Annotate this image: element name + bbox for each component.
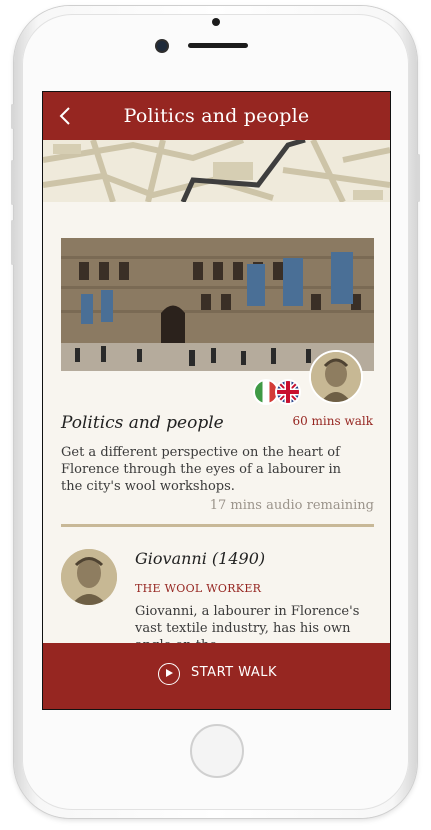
volume-up-button <box>11 160 14 205</box>
play-icon <box>158 663 180 685</box>
start-walk-label: START WALK <box>191 665 278 680</box>
route-map[interactable] <box>43 140 390 202</box>
character-role: THE WOOL WORKER <box>135 582 262 595</box>
screen: Politics and people Politics and people … <box>42 91 391 710</box>
front-camera <box>157 41 167 51</box>
power-button <box>417 154 420 202</box>
audio-remaining: 17 mins audio remaining <box>209 498 374 513</box>
walk-duration: 60 mins walk <box>292 414 373 428</box>
start-walk-button[interactable]: START WALK <box>43 643 390 709</box>
page-title: Politics and people <box>123 105 310 127</box>
volume-down-button <box>11 220 14 265</box>
app-view: Politics and people Politics and people … <box>43 92 390 709</box>
narrator-portrait-avatar <box>309 350 363 404</box>
character-portrait-avatar <box>61 549 117 605</box>
walk-title: Politics and people <box>61 413 224 433</box>
earpiece-speaker <box>188 43 248 48</box>
section-divider <box>61 524 374 527</box>
top-bar: Politics and people <box>43 92 390 140</box>
proximity-sensor <box>212 18 220 26</box>
home-button[interactable] <box>190 724 244 778</box>
walk-description: Get a different perspective on the heart… <box>61 445 342 494</box>
english-flag-icon[interactable] <box>275 379 301 405</box>
character-name: Giovanni (1490) <box>135 549 266 568</box>
mute-switch <box>11 104 14 129</box>
